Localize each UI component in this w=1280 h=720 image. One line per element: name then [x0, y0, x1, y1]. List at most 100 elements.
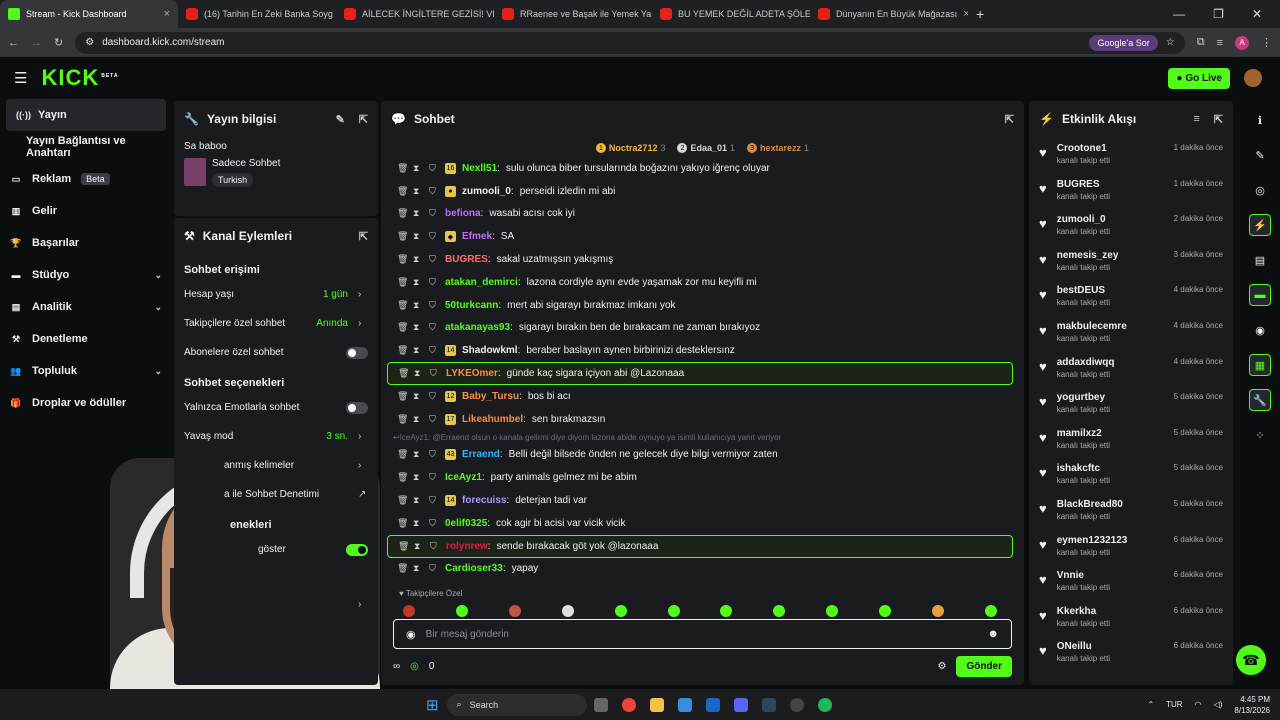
follower-name[interactable]: Vnnie [1057, 570, 1164, 581]
infinity-icon[interactable]: ∞ [393, 661, 400, 672]
timeout-icon[interactable]: ⧗ [413, 472, 423, 483]
sidebar-item-denetleme[interactable]: ⚒ Denetleme [0, 323, 172, 355]
kick-logo[interactable]: KICK BETA [41, 65, 118, 91]
sidebar-item-yay-n[interactable]: ((·)) Yayın [6, 99, 166, 131]
info-icon[interactable]: ℹ [1249, 109, 1271, 131]
ban-icon[interactable]: ⛉ [429, 391, 439, 402]
chat-bubble-icon[interactable]: ▬ [1249, 284, 1271, 306]
chat-username[interactable]: LYKEOmer [446, 368, 498, 379]
new-tab-icon[interactable]: + [976, 6, 984, 22]
wrench-icon[interactable]: 🔧 [1249, 389, 1271, 411]
chevron-down-icon[interactable]: ⌄ [154, 366, 162, 377]
windows-start-icon[interactable]: ⊞ [426, 696, 439, 714]
ban-icon[interactable]: ⛉ [429, 254, 439, 265]
document-icon[interactable]: ▤ [1249, 249, 1271, 271]
chevron-down-icon[interactable]: ⌄ [154, 302, 162, 313]
follower-name[interactable]: ONeillu [1057, 641, 1164, 652]
emote-icon[interactable] [773, 605, 786, 617]
banned-words-row[interactable]: anmış kelimeler › [174, 451, 378, 480]
user-avatar[interactable] [1244, 69, 1262, 87]
edit-icon[interactable]: ✎ [336, 113, 345, 126]
file-explorer-icon[interactable] [649, 697, 664, 712]
delete-message-icon[interactable]: 🗑 [397, 563, 408, 574]
follower-name[interactable]: makbulecemre [1057, 321, 1164, 332]
chat-username[interactable]: Efmek [462, 231, 492, 242]
bookmark-star-icon[interactable]: ☆ [1166, 37, 1175, 48]
timeout-icon[interactable]: ⧗ [413, 345, 423, 356]
delete-message-icon[interactable]: 🗑 [397, 277, 408, 288]
emote-icon[interactable] [879, 605, 892, 617]
extensions-icon[interactable]: ⧉ [1197, 36, 1205, 49]
back-icon[interactable]: ← [8, 37, 19, 49]
chat-username[interactable]: Erraend [462, 449, 500, 460]
chat-username[interactable]: Likeahumbel [462, 414, 523, 425]
forward-icon[interactable]: → [31, 37, 42, 49]
edit-icon[interactable]: ✎ [1249, 144, 1271, 166]
browser-tab[interactable]: RRaenee ve Başak ile Yemek Ya× [494, 0, 652, 28]
follower-name[interactable]: eymen1232123 [1057, 535, 1164, 546]
timeout-icon[interactable]: ⧗ [413, 163, 423, 174]
ban-icon[interactable]: ⛉ [429, 495, 439, 506]
emote-icon[interactable] [826, 605, 839, 617]
timeout-icon[interactable]: ⧗ [413, 322, 423, 333]
ban-icon[interactable]: ⛉ [429, 414, 439, 425]
timeout-icon[interactable]: ⧗ [413, 254, 423, 265]
tab-close-icon[interactable]: × [957, 8, 968, 20]
delete-message-icon[interactable]: 🗑 [397, 322, 408, 333]
delete-message-icon[interactable]: 🗑 [397, 449, 408, 460]
follower-name[interactable]: nemesis_zey [1057, 250, 1164, 261]
store-icon[interactable] [677, 697, 692, 712]
popout-icon[interactable]: ⇱ [1214, 113, 1223, 126]
delete-message-icon[interactable]: 🗑 [397, 163, 408, 174]
delete-message-icon[interactable]: 🗑 [398, 541, 409, 552]
emote-icon[interactable] [984, 605, 997, 617]
delete-message-icon[interactable]: 🗑 [398, 368, 409, 379]
followers-only-row[interactable]: Takipçilere özel sohbet Anında › [174, 309, 378, 338]
timeout-icon[interactable]: ⧗ [413, 231, 423, 242]
send-button[interactable]: Gönder [956, 655, 1012, 677]
filter-icon[interactable]: ≡ [1193, 113, 1199, 126]
obs-icon[interactable] [789, 697, 804, 712]
chat-username[interactable]: 50turkcann [445, 300, 498, 311]
subscribers-only-toggle[interactable] [346, 346, 368, 359]
follower-name[interactable]: mamilxz2 [1057, 428, 1164, 439]
spotify-icon[interactable] [817, 697, 832, 712]
clock[interactable]: 4:45 PM 8/13/2026 [1234, 694, 1270, 716]
sidebar-item-st-dyo[interactable]: ▬ Stüdyo ⌄ [0, 259, 172, 291]
follower-name[interactable]: BlackBread80 [1057, 499, 1164, 510]
emote-icon[interactable] [403, 605, 415, 617]
timeout-icon[interactable]: ⧗ [413, 208, 423, 219]
timeout-icon[interactable]: ⧗ [413, 563, 423, 574]
browser-tab[interactable]: AİLECEK İNGİLTERE GEZİSİ! VLO× [336, 0, 494, 28]
delete-message-icon[interactable]: 🗑 [397, 518, 408, 529]
follower-name[interactable]: Crootone1 [1057, 143, 1164, 154]
emote-only-toggle[interactable] [346, 401, 368, 414]
follower-name[interactable]: Kkerkha [1057, 606, 1164, 617]
emote-icon[interactable] [720, 605, 733, 617]
show-toggle[interactable] [346, 543, 368, 556]
chat-username[interactable]: BUGRES [445, 254, 488, 265]
ban-icon[interactable]: ⛉ [429, 231, 439, 242]
follower-name[interactable]: BUGRES [1057, 179, 1164, 190]
browser-tab[interactable]: Stream - Kick Dashboard × [0, 0, 178, 28]
layout-icon[interactable]: ▦ [1249, 354, 1271, 376]
profile-avatar[interactable]: A [1235, 35, 1249, 50]
chat-username[interactable]: befiona [445, 208, 481, 219]
outlook-icon[interactable] [705, 697, 720, 712]
delete-message-icon[interactable]: 🗑 [397, 472, 408, 483]
timeout-icon[interactable]: ⧗ [414, 541, 424, 552]
ai-moderation-row[interactable]: a ile Sohbet Denetimi ↗ [174, 480, 378, 509]
go-live-button[interactable]: ● Go Live [1168, 67, 1230, 89]
browser-tab[interactable]: (16) Tarihin En Zeki Banka Soyg× [178, 0, 336, 28]
emote-icon[interactable] [614, 605, 627, 617]
sidebar-item-droplar-ve-d-ller[interactable]: 🎁 Droplar ve ödüller [0, 387, 172, 419]
delete-message-icon[interactable]: 🗑 [397, 345, 408, 356]
chat-input[interactable] [425, 628, 978, 640]
follower-name[interactable]: addaxdiwqq [1057, 357, 1164, 368]
delete-message-icon[interactable]: 🗑 [397, 186, 408, 197]
tab-close-icon[interactable]: × [158, 8, 170, 20]
sidebar-item-analitik[interactable]: ▤ Analitik ⌄ [0, 291, 172, 323]
ban-icon[interactable]: ⛉ [430, 368, 440, 379]
site-info-icon[interactable]: ⚙ [85, 37, 94, 48]
reading-list-icon[interactable]: ≡ [1217, 37, 1223, 49]
